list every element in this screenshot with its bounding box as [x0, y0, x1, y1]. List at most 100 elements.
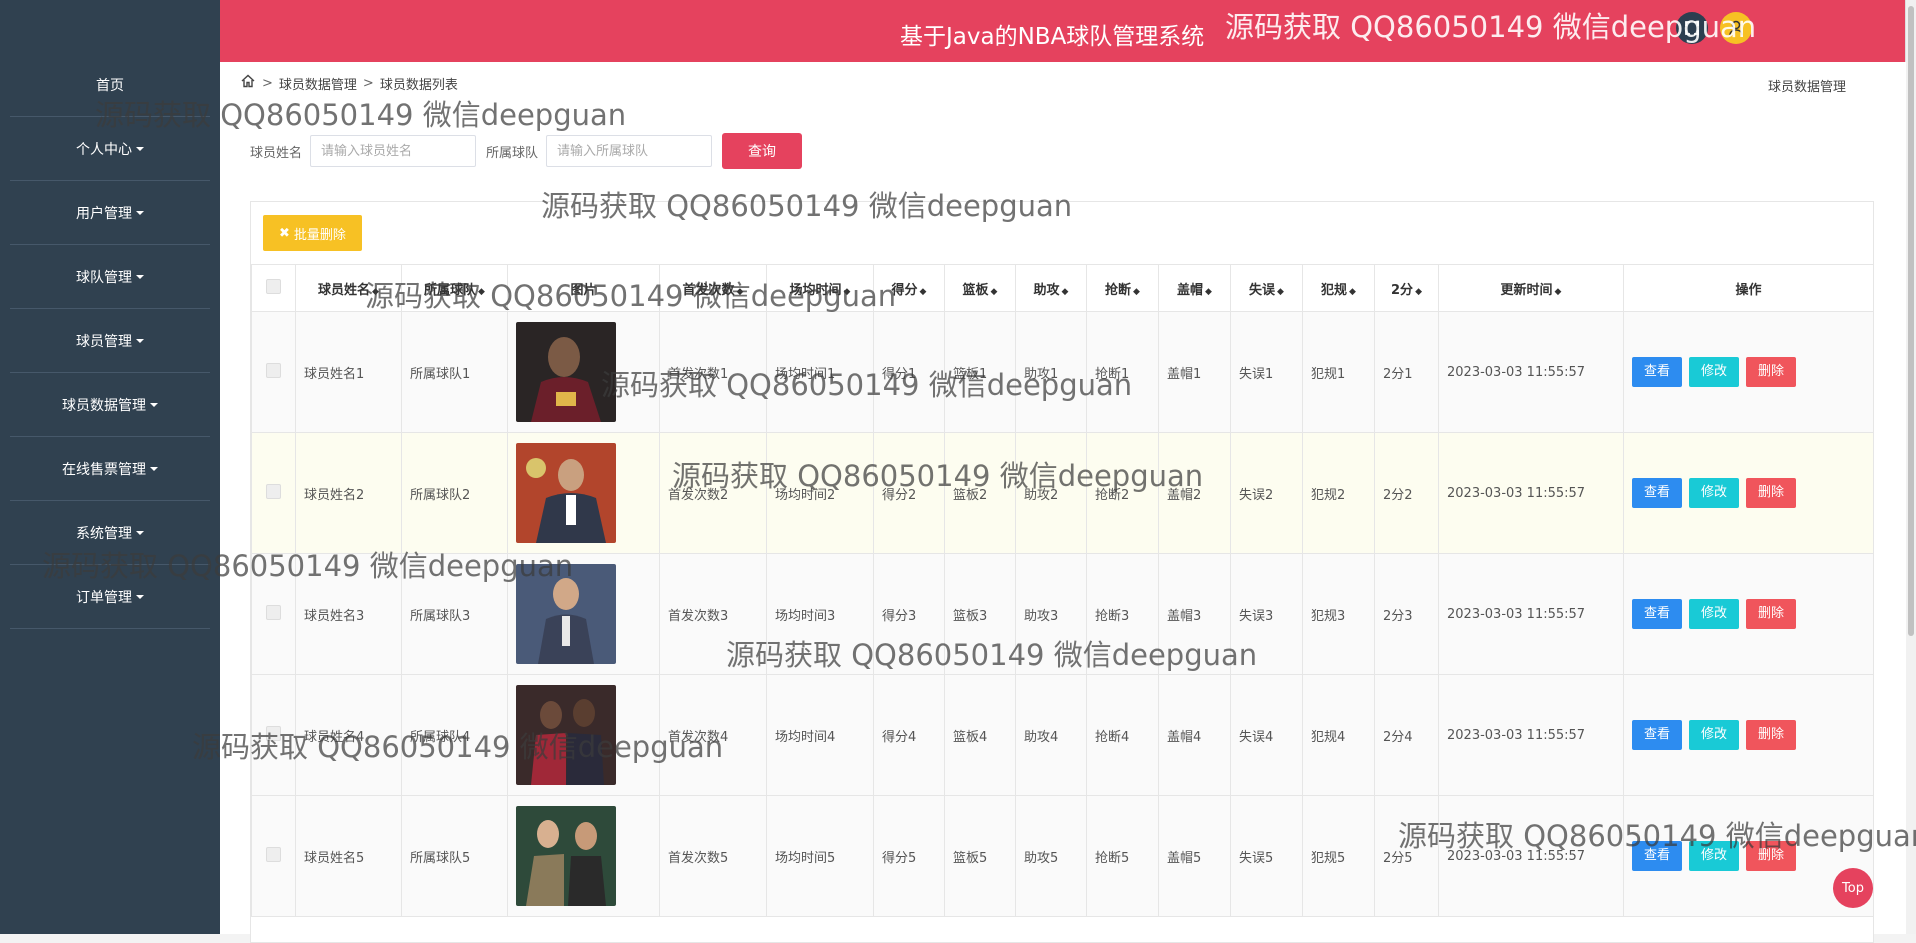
sort-icon: ◆ — [990, 286, 998, 297]
sort-icon: ◆ — [1205, 286, 1212, 297]
table-row: 球员姓名1 所属球队1 首发次数1 场均时间1 得分1 篮板1 助攻1 抢断1 … — [251, 311, 1873, 433]
sidebar-item-ticket-management[interactable]: 在线售票管理 — [10, 437, 210, 501]
sidebar-item-label: 球队管理 — [76, 269, 132, 286]
delete-button[interactable]: 删除 — [1746, 357, 1796, 387]
edit-button[interactable]: 修改 — [1689, 720, 1739, 750]
sidebar-item-system-management[interactable]: 系统管理 — [10, 501, 210, 565]
column-header[interactable]: 2分 ◆ — [1374, 264, 1439, 312]
breadcrumb-item[interactable]: 球员数据管理 — [279, 74, 357, 93]
edit-button[interactable]: 修改 — [1689, 841, 1739, 871]
column-header[interactable]: 首发次数 ◆ — [659, 264, 767, 312]
fullscreen-icon[interactable] — [1676, 12, 1708, 44]
back-to-top-button[interactable]: Top — [1833, 868, 1873, 908]
batch-delete-button[interactable]: ✖ 批量删除 — [263, 215, 362, 251]
scrollbar-thumb[interactable] — [1908, 6, 1914, 636]
column-header[interactable]: 盖帽 ◆ — [1158, 264, 1231, 312]
cell-two-pt: 2分5 — [1374, 795, 1439, 917]
column-header[interactable]: 球员姓名 ◆ — [295, 264, 402, 312]
cell-two-pt: 2分4 — [1374, 674, 1439, 796]
cell-steals: 抢断5 — [1086, 795, 1159, 917]
column-header[interactable]: 更新时间 ◆ — [1438, 264, 1624, 312]
cell-starts: 首发次数2 — [659, 432, 767, 554]
row-checkbox[interactable] — [251, 795, 296, 917]
cell-rebounds: 篮板5 — [944, 795, 1016, 917]
delete-button[interactable]: 删除 — [1746, 841, 1796, 871]
batch-delete-label: 批量删除 — [293, 227, 346, 243]
sort-icon: ◆ — [1277, 286, 1284, 297]
cell-photo — [507, 432, 660, 554]
sidebar-item-player-data-management[interactable]: 球员数据管理 — [10, 373, 210, 437]
main-content: > 球员数据管理 > 球员数据列表 球员数据管理 球员姓名 所属球队 查询 ✖批… — [220, 62, 1906, 943]
breadcrumb-separator: > — [262, 75, 273, 91]
cell-rebounds: 篮板4 — [944, 674, 1016, 796]
cell-two-pt: 2分1 — [1374, 311, 1439, 433]
row-checkbox[interactable] — [251, 674, 296, 796]
page-scrollbar[interactable] — [1905, 0, 1916, 934]
home-icon[interactable] — [240, 73, 256, 93]
cell-turnovers: 失误1 — [1230, 311, 1303, 433]
page-label: 球员数据管理 — [1767, 80, 1846, 95]
edit-button[interactable]: 修改 — [1689, 599, 1739, 629]
cell-turnovers: 失误4 — [1230, 674, 1303, 796]
sidebar-item-user-management[interactable]: 用户管理 — [10, 181, 210, 245]
cell-updated: 2023-03-03 11:55:57 — [1438, 553, 1624, 675]
caret-down-icon — [150, 402, 158, 407]
sort-icon: ◆ — [1415, 286, 1422, 297]
sort-icon: ◆ — [478, 286, 485, 297]
cell-team: 所属球队3 — [401, 553, 508, 675]
delete-button[interactable]: 删除 — [1746, 720, 1796, 750]
sidebar-item-home[interactable]: 首页 — [10, 53, 210, 117]
table-row: 球员姓名3 所属球队3 首发次数3 场均时间3 得分3 篮板3 助攻3 抢断3 … — [251, 553, 1873, 675]
cell-steals: 抢断1 — [1086, 311, 1159, 433]
cell-rebounds: 篮板1 — [944, 311, 1016, 433]
sidebar-item-label: 个人中心 — [76, 141, 132, 158]
delete-button[interactable]: 删除 — [1746, 478, 1796, 508]
edit-button[interactable]: 修改 — [1689, 357, 1739, 387]
caret-down-icon — [136, 210, 144, 215]
player-photo — [516, 322, 616, 422]
cell-player-name: 球员姓名3 — [295, 553, 402, 675]
column-header[interactable]: 得分 ◆ — [873, 264, 945, 312]
caret-down-icon — [136, 594, 144, 599]
player-name-input[interactable] — [310, 135, 477, 167]
query-button[interactable]: 查询 — [722, 133, 803, 169]
view-button[interactable]: 查看 — [1632, 357, 1682, 387]
edit-button[interactable]: 修改 — [1689, 478, 1739, 508]
sidebar-item-team-management[interactable]: 球队管理 — [10, 245, 210, 309]
player-photo — [516, 564, 616, 664]
column-header[interactable]: 失误 ◆ — [1230, 264, 1303, 312]
select-all-checkbox[interactable] — [251, 264, 296, 312]
view-button[interactable]: 查看 — [1632, 478, 1682, 508]
sort-icon: ◆ — [1554, 286, 1562, 297]
sidebar-item-label: 首页 — [96, 77, 124, 94]
team-input[interactable] — [546, 135, 713, 167]
column-header[interactable]: 助攻 ◆ — [1015, 264, 1087, 312]
row-checkbox[interactable] — [251, 432, 296, 554]
cell-actions: 查看 修改 删除 — [1623, 432, 1873, 554]
sidebar-item-order-management[interactable]: 订单管理 — [10, 565, 210, 629]
cell-points: 得分2 — [873, 432, 945, 554]
row-checkbox[interactable] — [251, 311, 296, 433]
sidebar-item-personal-center[interactable]: 个人中心 — [10, 117, 210, 181]
cell-assists: 助攻1 — [1015, 311, 1087, 433]
sidebar: 首页 个人中心 用户管理 球队管理 球员管理 球员数据管理 在线售票管理 系统管… — [0, 0, 220, 934]
column-header[interactable]: 篮板 ◆ — [944, 264, 1016, 312]
cell-assists: 助攻3 — [1015, 553, 1087, 675]
view-button[interactable]: 查看 — [1632, 599, 1682, 629]
column-header[interactable]: 抢断 ◆ — [1086, 264, 1159, 312]
column-header[interactable]: 场均时间 ◆ — [766, 264, 874, 312]
column-header[interactable]: 所属球队 ◆ — [401, 264, 508, 312]
row-checkbox[interactable] — [251, 553, 296, 675]
column-header[interactable]: 犯规 ◆ — [1302, 264, 1375, 312]
delete-button[interactable]: 删除 — [1746, 599, 1796, 629]
view-button[interactable]: 查看 — [1632, 720, 1682, 750]
cell-updated: 2023-03-03 11:55:57 — [1438, 674, 1624, 796]
cell-photo — [507, 553, 660, 675]
cell-player-name: 球员姓名5 — [295, 795, 402, 917]
sidebar-item-player-management[interactable]: 球员管理 — [10, 309, 210, 373]
caret-down-icon — [136, 274, 144, 279]
caret-down-icon — [136, 530, 144, 535]
user-avatar-icon[interactable] — [1720, 12, 1752, 44]
cell-minutes: 场均时间3 — [766, 553, 874, 675]
view-button[interactable]: 查看 — [1632, 841, 1682, 871]
